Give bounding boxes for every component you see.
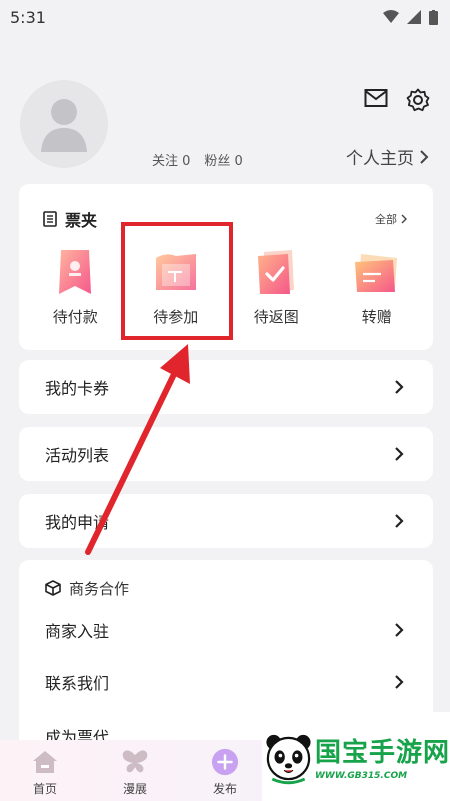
tab-label: 漫展	[122, 782, 147, 796]
status-bar: 5:31	[0, 0, 450, 34]
tab-label: 首页	[32, 782, 57, 796]
chevron-right-icon	[395, 514, 404, 528]
watermark-text-block: 国宝手游网 WWW.GB315.COM	[315, 732, 450, 781]
ticket-item-pending-payment[interactable]: 待付款	[27, 248, 123, 327]
tab-label: 发布	[212, 782, 237, 796]
chevron-right-icon	[420, 149, 429, 164]
ticket-items: 待付款 待参加 待返图 转赠	[19, 234, 433, 327]
ticket-label: 转赠	[361, 308, 392, 326]
row-label: 活动列表	[45, 446, 110, 465]
ticket-label: 待参加	[153, 308, 199, 326]
watermark-url: WWW.GB315.COM	[314, 771, 408, 781]
tab-publish[interactable]: 发布	[180, 740, 270, 797]
menu-row-applications[interactable]: 我的申请	[19, 494, 433, 548]
site-watermark: 国宝手游网 WWW.GB315.COM	[262, 712, 450, 801]
homepage-link[interactable]: 个人主页	[346, 144, 430, 169]
plus-icon	[211, 748, 239, 776]
status-time: 5:31	[10, 7, 46, 27]
business-title: 商务合作	[19, 560, 433, 604]
row-label: 我的申请	[45, 513, 110, 532]
chevron-right-icon	[395, 623, 404, 637]
ticket-title: 票夹	[43, 207, 97, 231]
ticket-label: 待付款	[52, 308, 98, 326]
chevron-right-icon	[395, 380, 404, 394]
butterfly-icon	[121, 748, 149, 776]
pending-photo-icon	[252, 248, 300, 296]
menu-row-coupons[interactable]: 我的卡券	[19, 360, 433, 414]
ticket-title-label: 票夹	[65, 211, 98, 230]
tab-expo[interactable]: 漫展	[90, 740, 180, 797]
wifi-icon	[383, 10, 399, 23]
avatar[interactable]	[20, 80, 108, 168]
chevron-right-icon	[401, 214, 407, 224]
transfer-icon	[353, 248, 401, 296]
row-label: 商家入驻	[45, 622, 110, 641]
cube-icon	[45, 580, 61, 596]
profile-header: 关注 0 粉丝 0 个人主页	[0, 34, 450, 184]
homepage-label: 个人主页	[346, 149, 414, 169]
settings-icon[interactable]	[406, 88, 430, 112]
mail-icon[interactable]	[364, 88, 388, 108]
business-row-merchant-join[interactable]: 商家入驻	[19, 604, 433, 656]
watermark-text: 国宝手游网	[314, 738, 450, 768]
battery-icon	[429, 9, 438, 25]
ticket-wallet-card: 票夹 全部 待付款 待参加 待返图 转赠	[19, 184, 433, 350]
ticket-item-pending-attend[interactable]: 待参加	[128, 248, 224, 327]
chevron-right-icon	[395, 447, 404, 461]
signal-icon	[407, 10, 421, 24]
ticket-item-pending-photo[interactable]: 待返图	[228, 248, 324, 327]
ticket-list-icon	[43, 211, 57, 227]
ticket-item-transfer[interactable]: 转赠	[329, 248, 425, 327]
ticket-header: 票夹 全部	[19, 184, 433, 234]
status-icons	[383, 9, 438, 25]
pending-payment-icon	[51, 248, 99, 296]
ticket-label: 待返图	[253, 308, 299, 326]
pending-attend-icon	[152, 248, 200, 296]
ticket-all-label: 全部	[375, 213, 397, 226]
row-label: 我的卡券	[45, 379, 110, 398]
menu-row-activities[interactable]: 活动列表	[19, 427, 433, 481]
fans-count[interactable]: 粉丝 0	[204, 150, 242, 169]
row-label: 联系我们	[45, 674, 110, 693]
home-icon	[31, 748, 59, 776]
chevron-right-icon	[395, 675, 404, 689]
top-icons	[364, 88, 430, 112]
business-row-contact-us[interactable]: 联系我们	[19, 656, 433, 708]
follow-stats: 关注 0 粉丝 0	[152, 150, 243, 169]
default-avatar-icon	[41, 99, 87, 152]
ticket-all-link[interactable]: 全部	[375, 211, 407, 227]
follow-count[interactable]: 关注 0	[152, 150, 190, 169]
panda-logo-icon	[266, 734, 311, 784]
tab-home[interactable]: 首页	[0, 740, 90, 797]
business-title-label: 商务合作	[69, 579, 130, 598]
